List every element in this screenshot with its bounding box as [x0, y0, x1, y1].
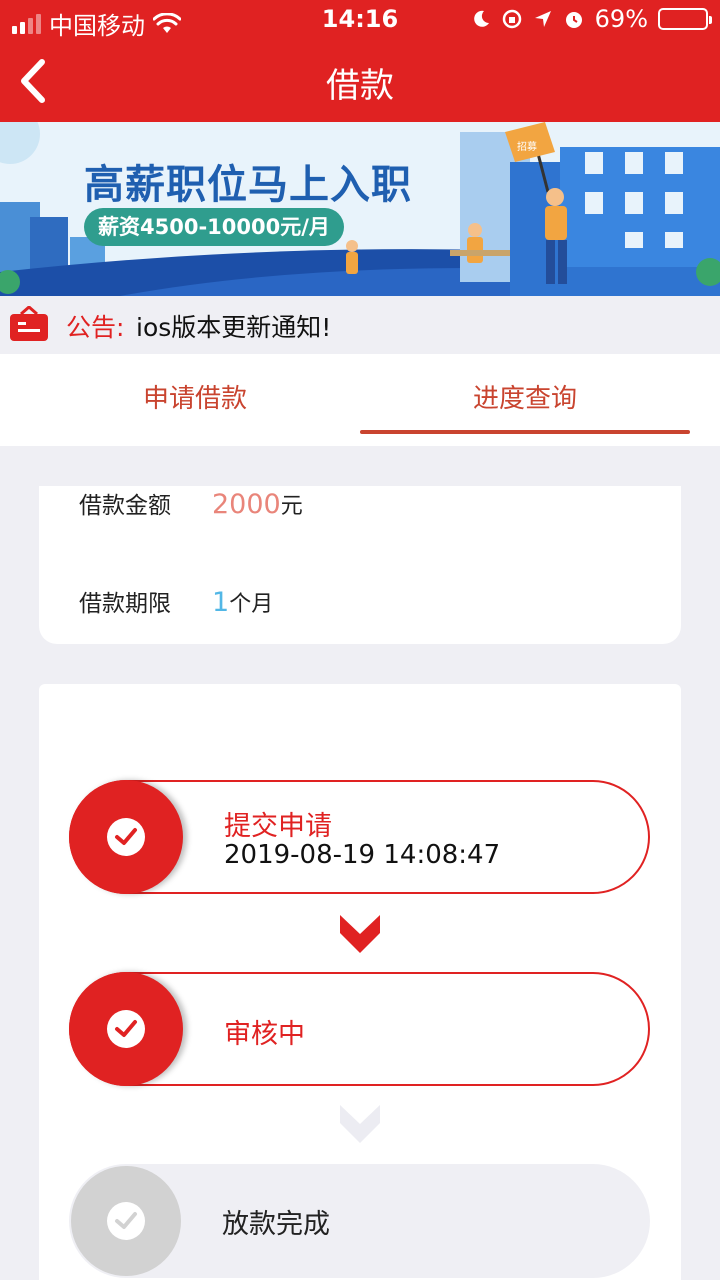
- loan-amount-label: 借款金额: [79, 493, 171, 519]
- battery-percent: 69%: [594, 5, 648, 33]
- banner-headline: 高薪职位马上入职: [84, 162, 412, 208]
- step-disbursed: 放款完成: [69, 1164, 650, 1278]
- step-submitted-badge: [69, 780, 183, 894]
- active-tab-indicator: [360, 430, 690, 434]
- recruitment-banner[interactable]: 招募 高薪职位马上入职 薪资4500-10000元/月: [0, 122, 720, 296]
- tab-bar: 申请借款 进度查询: [0, 354, 720, 446]
- step-submitted: 提交申请 2019-08-19 14:08:47: [69, 780, 650, 894]
- status-bar: 中国移动 14:16 69%: [0, 0, 720, 40]
- step-reviewing: 审核中: [69, 972, 650, 1086]
- announcement-text[interactable]: ios版本更新通知!: [136, 308, 331, 344]
- announcement-bar[interactable]: 公告: ios版本更新通知!: [0, 296, 720, 354]
- step-disbursed-badge: [71, 1166, 181, 1276]
- loan-amount-unit: 元: [280, 494, 303, 519]
- location-icon: [534, 11, 551, 27]
- nav-bar: 借款: [0, 40, 720, 122]
- alarm-icon: [565, 12, 582, 28]
- step-submitted-time: 2019-08-19 14:08:47: [224, 840, 501, 870]
- chevron-down-icon: [340, 1105, 380, 1143]
- step-reviewing-title: 审核中: [224, 1019, 305, 1050]
- step-reviewing-badge: [69, 972, 183, 1086]
- progress-card: 提交申请 2019-08-19 14:08:47 审核中 放款完成: [39, 684, 681, 1280]
- announcement-icon: [10, 306, 48, 341]
- check-icon: [115, 828, 137, 845]
- chevron-down-icon: [340, 915, 380, 953]
- loan-term-row: 借款期限 1 个月: [79, 584, 273, 618]
- flag-text: 招募: [517, 140, 537, 153]
- step-submitted-title: 提交申请: [224, 811, 332, 842]
- loan-info-card: 借款金额 2000 元 借款期限 1 个月: [39, 486, 681, 644]
- check-icon: [115, 1212, 137, 1229]
- rotation-lock-icon: [502, 9, 521, 29]
- banner-salary: 薪资4500-10000元/月: [84, 208, 344, 246]
- loan-term-label: 借款期限: [79, 591, 171, 617]
- tab-progress-query[interactable]: 进度查询: [360, 378, 690, 415]
- page-title: 借款: [326, 66, 394, 106]
- tab-apply-loan[interactable]: 申请借款: [30, 378, 360, 415]
- step-disbursed-title: 放款完成: [222, 1209, 330, 1240]
- loan-term-value: 1: [212, 587, 230, 618]
- battery-icon: [658, 8, 712, 30]
- moon-icon: [473, 10, 489, 27]
- loan-amount-value: 2000: [212, 489, 281, 520]
- loan-term-unit: 个月: [229, 592, 274, 617]
- announcement-label: 公告:: [66, 313, 125, 342]
- loan-amount-row: 借款金额 2000 元: [79, 486, 303, 520]
- app-header: 中国移动 14:16 69% 借款: [0, 0, 720, 122]
- check-icon: [115, 1020, 137, 1037]
